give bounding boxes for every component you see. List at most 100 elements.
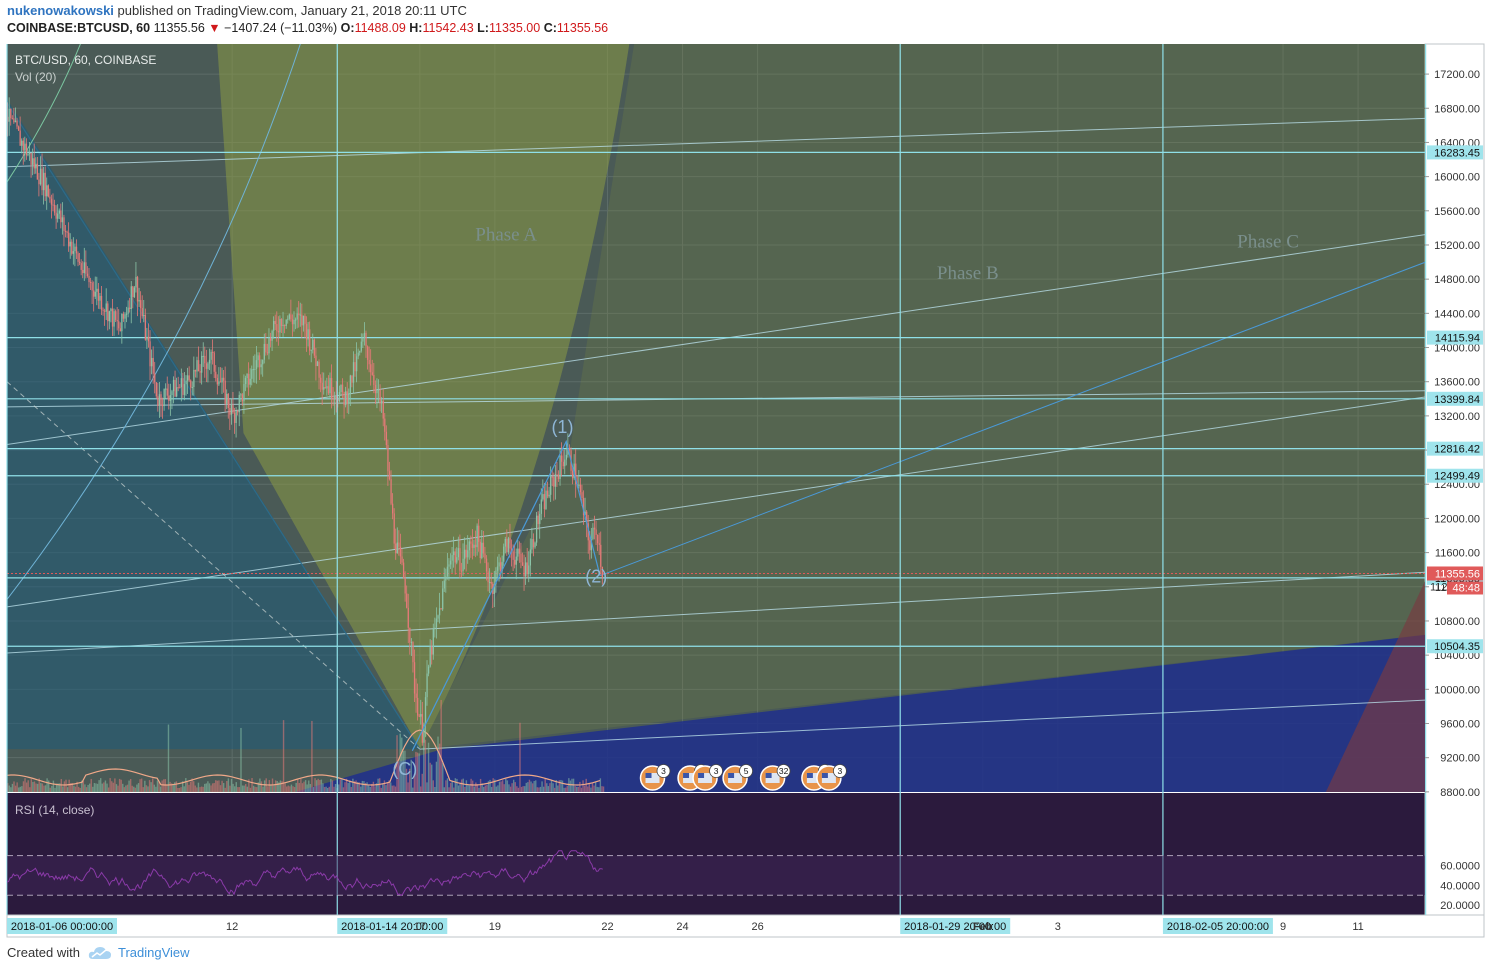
candle-body [71, 241, 73, 254]
volume-bar [183, 786, 185, 792]
candle-body [52, 204, 54, 206]
candle-body [174, 379, 176, 397]
volume-bar [175, 781, 178, 792]
candle-body [291, 319, 294, 325]
volume-bar [254, 786, 256, 792]
volume-bar [36, 783, 39, 792]
candle-body [260, 364, 262, 368]
volume-bar [285, 786, 288, 792]
candle-body [249, 378, 251, 385]
partial-tick-label: 112 [1430, 581, 1448, 593]
volume-bar [512, 779, 515, 792]
volume-bar [222, 783, 225, 792]
volume-bar [377, 778, 379, 792]
volume-bar [11, 783, 14, 792]
volume-bar [117, 785, 119, 792]
candle-body [294, 319, 297, 321]
volume-bar [259, 778, 261, 792]
candle-body [39, 168, 42, 185]
candle-body [33, 158, 35, 169]
volume-bar [180, 787, 182, 792]
volume-bar [456, 778, 458, 792]
candle-body [512, 551, 514, 560]
volume-bar [98, 780, 100, 792]
candle-body [41, 168, 43, 191]
candle-body [124, 314, 126, 319]
volume-bar [419, 786, 422, 792]
candle-body [233, 412, 236, 424]
volume-bar [139, 779, 141, 792]
volume-bar [360, 786, 362, 792]
volume-bar [471, 780, 474, 792]
volume-bar [320, 779, 323, 792]
volume-bar [129, 778, 132, 792]
level-tag-label: 12499.49 [1434, 471, 1480, 483]
candle-body [373, 374, 375, 385]
volume-bar [84, 784, 86, 792]
wave-label: (C) [392, 759, 417, 779]
volume-bar [479, 778, 482, 792]
x-tick-label: 17 [414, 921, 426, 933]
volume-bar [503, 784, 505, 792]
candle-body [255, 360, 258, 369]
rsi-tick-label: 20.0000 [1440, 900, 1480, 912]
volume-bar [16, 782, 18, 792]
candle-body [271, 330, 273, 341]
candle-body [357, 352, 359, 357]
candle-body [595, 529, 597, 535]
x-tick-label: 26 [751, 921, 763, 933]
candle-body [446, 566, 449, 577]
candle-body [410, 642, 413, 644]
volume-bar [148, 780, 151, 792]
candle-body [82, 269, 84, 274]
candle-body [377, 389, 380, 391]
volume-bar [437, 736, 439, 792]
candle-body [161, 404, 164, 407]
volume-bar [519, 722, 521, 792]
wave-label: Phase C [1237, 232, 1299, 253]
volume-bar [273, 784, 275, 792]
volume-bar [535, 780, 537, 792]
volume-bar [557, 785, 559, 792]
volume-bar [514, 782, 516, 792]
volume-bar [484, 785, 487, 792]
volume-bar [355, 780, 357, 792]
candle-body [19, 130, 21, 146]
candle-body [11, 118, 13, 120]
candle-body [262, 359, 264, 365]
volume-bar [542, 786, 545, 792]
volume-bar [339, 779, 341, 792]
volume-bar [186, 782, 189, 792]
candle-body [210, 351, 212, 360]
candle-body [229, 407, 231, 415]
volume-bar [483, 786, 485, 792]
volume-bar [290, 784, 293, 792]
candle-body [348, 394, 350, 404]
candle-body [404, 578, 406, 594]
candle-body [168, 395, 170, 401]
candle-body [149, 341, 151, 367]
volume-bar [65, 779, 67, 792]
tradingview-link[interactable]: TradingView [88, 945, 190, 960]
volume-bar [192, 781, 195, 792]
candle-body [413, 662, 416, 694]
candle-body [177, 387, 179, 389]
candle-body [341, 384, 344, 393]
price-chart[interactable]: Phase APhase BPhase C(1)(2)(C)323532103B… [0, 0, 1491, 972]
candle-body [346, 391, 348, 404]
volume-bar [489, 779, 491, 792]
volume-bar [256, 787, 258, 792]
candle-body [363, 332, 366, 339]
candle-body [545, 490, 547, 509]
candle-body [415, 693, 417, 698]
volume-bar [287, 785, 289, 792]
volume-bar [238, 787, 241, 792]
candle-body [365, 332, 367, 347]
volume-bar [103, 782, 105, 792]
volume-bar [522, 786, 524, 792]
volume-bar [465, 780, 468, 792]
volume-bar [553, 787, 556, 792]
volume-bar [303, 781, 305, 792]
candle-body [276, 324, 278, 331]
candle-body [523, 565, 525, 577]
